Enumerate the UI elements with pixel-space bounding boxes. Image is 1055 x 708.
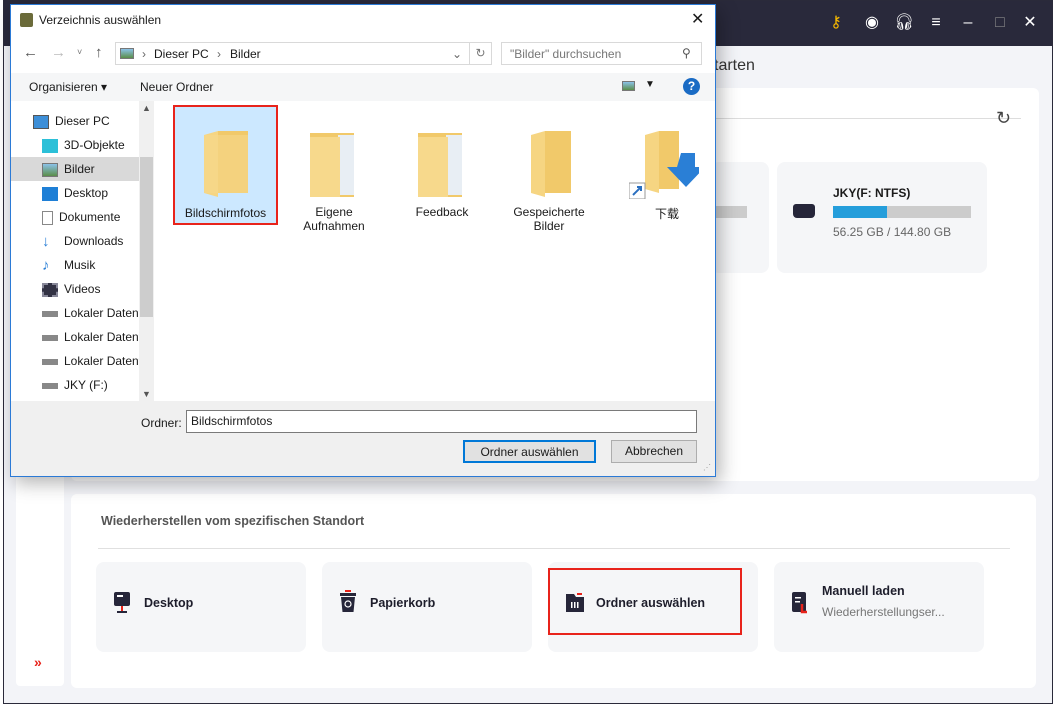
folder-item[interactable]: 下载 <box>607 105 707 222</box>
search-input[interactable]: "Bilder" durchsuchen ⚲ <box>501 42 702 65</box>
breadcrumb-item[interactable]: Bilder <box>230 47 261 61</box>
headset-icon[interactable]: 🎧︎ <box>894 13 914 33</box>
close-icon[interactable]: ✕ <box>1020 13 1040 33</box>
forward-icon[interactable]: → <box>51 44 66 61</box>
nav-pane: Dieser PC 3D-Objekte Bilder Desktop Doku… <box>11 101 156 401</box>
nav-item[interactable]: Dieser PC <box>33 109 148 133</box>
new-folder-button[interactable]: Neuer Ordner <box>140 80 213 94</box>
drive-icon <box>793 204 815 218</box>
folder-icon <box>414 121 470 199</box>
view-dropdown-icon[interactable]: ▼ <box>645 79 655 90</box>
folder-icon <box>198 121 254 199</box>
page-title: tarten <box>714 57 755 74</box>
location-recycle-bin[interactable]: Papierkorb <box>322 562 532 652</box>
refresh-icon[interactable]: ↻ <box>996 108 1011 129</box>
recycle-bin-icon <box>338 590 360 614</box>
nav-item[interactable]: Lokaler Datenträger <box>42 301 139 325</box>
search-icon: ⚲ <box>682 46 691 60</box>
address-dropdown-icon[interactable]: ⌄ <box>452 47 462 61</box>
view-icon[interactable] <box>622 81 635 91</box>
desktop-icon <box>112 590 134 614</box>
folder-item-selected[interactable]: Bildschirmfotos <box>173 105 278 225</box>
section-title: Wiederherstellen vom spezifischen Stando… <box>101 514 365 528</box>
folder-name-input[interactable]: Bildschirmfotos <box>186 410 697 433</box>
refresh-icon[interactable]: ↻ <box>469 43 491 64</box>
back-icon[interactable]: ← <box>23 44 38 61</box>
dialog-title: Verzeichnis auswählen <box>39 13 162 27</box>
address-bar[interactable]: › Dieser PC › Bilder ⌄ ↻ <box>115 42 492 65</box>
disk-usage-bar <box>833 206 971 218</box>
disk-item[interactable]: JKY(F: NTFS) 56.25 GB / 144.80 GB <box>777 162 987 273</box>
folder-dialog: Verzeichnis auswählen ✕ ← → ˅ ↑ › Dieser… <box>10 4 716 477</box>
highlight-box <box>548 568 742 635</box>
minimize-icon[interactable]: – <box>958 13 978 33</box>
folder-item[interactable]: Feedback <box>392 105 492 219</box>
command-bar: Organisieren ▾ Neuer Ordner ▼ ? <box>11 73 715 101</box>
organize-button[interactable]: Organisieren ▾ <box>29 80 107 94</box>
nav-item[interactable]: Lokaler Datenträger <box>42 349 139 373</box>
help-icon[interactable]: ? <box>683 78 700 95</box>
disk-usage: 56.25 GB / 144.80 GB <box>833 225 952 239</box>
folder-item[interactable]: Gespeicherte Bilder <box>499 105 599 233</box>
disk-name: JKY(F: NTFS) <box>833 186 911 200</box>
cancel-button[interactable]: Abbrechen <box>611 440 697 463</box>
menu-icon[interactable]: ≡ <box>926 13 946 33</box>
nav-item[interactable]: JKY (F:) <box>42 373 139 397</box>
nav-scrollbar[interactable]: ▲ ▼ <box>139 101 154 401</box>
manual-load-icon <box>790 590 812 614</box>
location-manual-load[interactable]: Manuell laden Wiederherstellungser... <box>774 562 984 652</box>
select-folder-button[interactable]: Ordner auswählen <box>463 440 596 463</box>
expand-icon[interactable]: » <box>34 654 42 670</box>
disc-icon[interactable]: ◉ <box>862 13 882 33</box>
nav-item[interactable]: Lokaler Datenträger <box>42 325 139 349</box>
dialog-close-icon[interactable]: ✕ <box>691 9 704 29</box>
scrollbar-thumb[interactable] <box>140 157 153 317</box>
location-select-folder[interactable]: Ordner auswählen <box>548 562 758 652</box>
up-icon[interactable]: ↑ <box>95 44 103 61</box>
breadcrumb-item[interactable]: Dieser PC <box>154 47 209 61</box>
folder-item[interactable]: Eigene Aufnahmen <box>284 105 384 233</box>
folder-icon <box>521 121 577 199</box>
recent-dropdown-icon[interactable]: ˅ <box>77 47 82 57</box>
key-icon[interactable]: ⚷ <box>826 13 846 33</box>
folder-icon <box>306 121 362 199</box>
folder-download-icon <box>628 121 705 200</box>
pictures-icon <box>120 48 134 59</box>
dialog-app-icon <box>20 13 33 27</box>
folder-label: Ordner: <box>141 416 182 430</box>
resize-grip[interactable]: ⋰ <box>703 463 711 472</box>
location-desktop[interactable]: Desktop <box>96 562 306 652</box>
maximize-icon[interactable]: □ <box>990 13 1010 33</box>
dialog-footer: Ordner: Bildschirmfotos Ordner auswählen… <box>11 401 715 476</box>
